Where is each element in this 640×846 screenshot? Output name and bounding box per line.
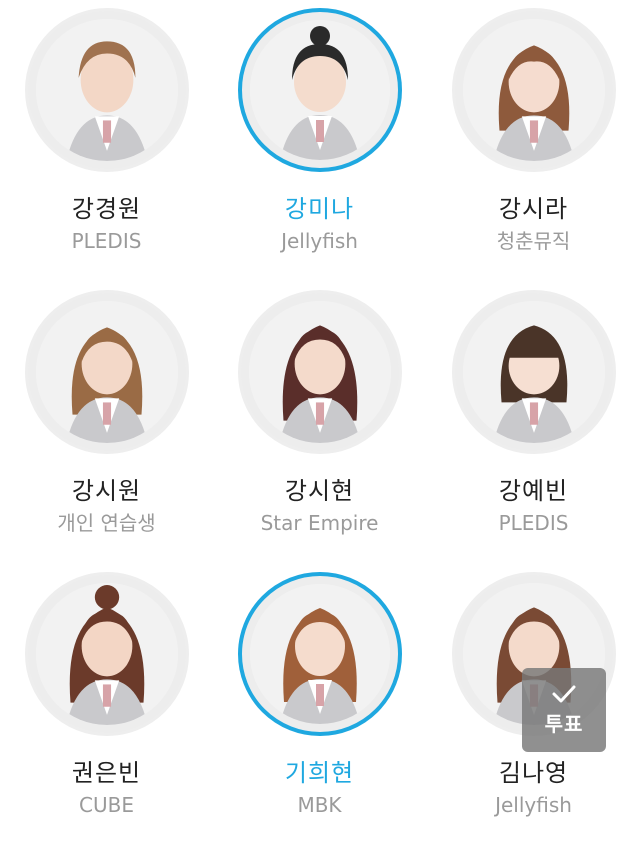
trainee-name: 권은빈 bbox=[71, 759, 142, 787]
trainee-agency: Star Empire bbox=[260, 511, 379, 535]
trainee-agency: PLEDIS bbox=[498, 511, 569, 535]
trainee-name: 강시라 bbox=[498, 195, 569, 223]
trainee-name: 강미나 bbox=[284, 195, 355, 223]
trainee-card[interactable]: 기희현 MBK bbox=[213, 564, 426, 846]
trainee-agency: PLEDIS bbox=[71, 229, 142, 253]
trainee-photo[interactable] bbox=[237, 8, 402, 172]
trainee-card[interactable]: 강시현 Star Empire bbox=[213, 282, 426, 564]
trainee-card[interactable]: 권은빈 CUBE bbox=[0, 564, 213, 846]
trainee-card[interactable]: 강시원 개인 연습생 bbox=[0, 282, 213, 564]
trainee-card[interactable]: 강시라 청춘뮤직 bbox=[427, 0, 640, 282]
trainee-photo[interactable] bbox=[451, 8, 616, 172]
trainee-card[interactable]: 강경원 PLEDIS bbox=[0, 0, 213, 282]
trainee-photo[interactable] bbox=[237, 290, 402, 454]
trainee-photo[interactable] bbox=[24, 572, 189, 736]
trainee-name: 강시현 bbox=[284, 477, 355, 505]
trainee-photo[interactable] bbox=[24, 8, 189, 172]
trainee-agency: Jellyfish bbox=[495, 793, 572, 817]
trainee-agency: MBK bbox=[297, 793, 342, 817]
trainee-agency: 개인 연습생 bbox=[57, 511, 156, 535]
vote-button-label: 투표 bbox=[544, 711, 584, 736]
trainee-name: 강예빈 bbox=[498, 477, 569, 505]
trainee-name: 강시원 bbox=[71, 477, 142, 505]
trainee-photo[interactable] bbox=[237, 572, 402, 736]
trainee-name: 김나영 bbox=[498, 759, 569, 787]
trainee-photo[interactable] bbox=[24, 290, 189, 454]
trainee-name: 강경원 bbox=[71, 195, 142, 223]
trainee-card[interactable]: 강예빈 PLEDIS bbox=[427, 282, 640, 564]
vote-button[interactable]: 투표 bbox=[522, 668, 606, 752]
trainee-name: 기희현 bbox=[284, 759, 355, 787]
trainee-agency: Jellyfish bbox=[281, 229, 358, 253]
trainee-card[interactable]: 강미나 Jellyfish bbox=[213, 0, 426, 282]
trainee-agency: CUBE bbox=[79, 793, 134, 817]
trainee-agency: 청춘뮤직 bbox=[496, 229, 571, 253]
trainee-photo[interactable] bbox=[451, 290, 616, 454]
checkmark-icon bbox=[552, 685, 576, 702]
